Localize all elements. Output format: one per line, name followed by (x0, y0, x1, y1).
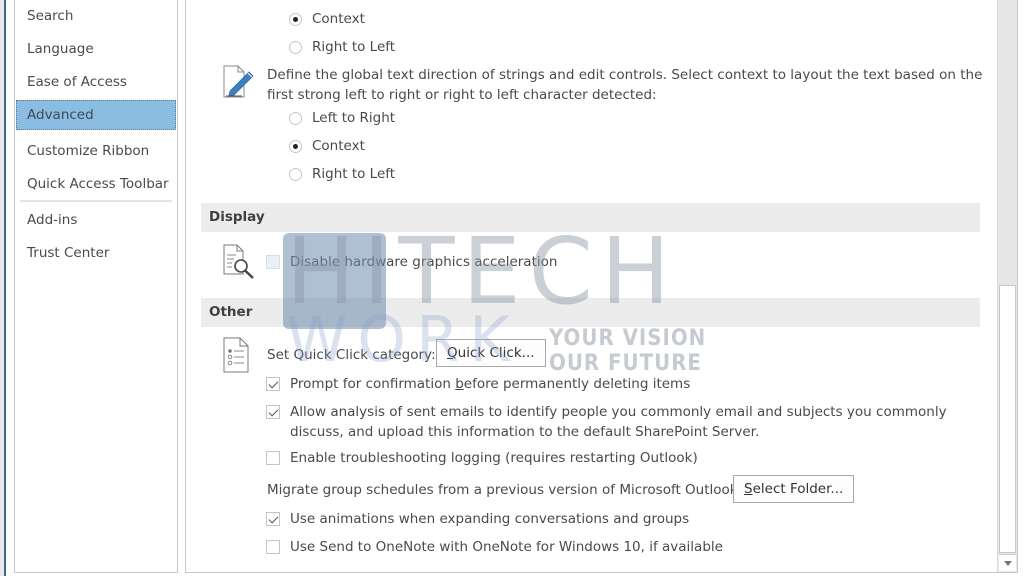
sidebar-item-add-ins[interactable]: Add-ins (16, 205, 176, 235)
quick-click-button-label: Quick Click... (447, 345, 535, 361)
options-content: Context Right to Left Define the global … (186, 0, 998, 572)
option-prompt-confirmation-delete[interactable]: Prompt for confirmation before permanent… (266, 374, 690, 394)
checkbox[interactable] (266, 255, 280, 269)
options-sidebar: Search Language Ease of Access Advanced … (14, 0, 178, 573)
list-document-icon (222, 337, 252, 377)
checkbox[interactable] (266, 405, 280, 419)
option-use-animations[interactable]: Use animations when expanding conversati… (266, 509, 689, 529)
document-search-icon (222, 244, 258, 286)
radio-right-to-left[interactable]: Right to Left (289, 163, 395, 185)
checkbox-label: Enable troubleshooting logging (requires… (290, 450, 698, 466)
checkbox[interactable] (266, 377, 280, 391)
sidebar-divider (20, 200, 172, 202)
select-folder-button-label: Select Folder... (744, 481, 844, 497)
quick-click-label: Set Quick Click category: (267, 347, 436, 363)
edit-document-icon (222, 65, 256, 103)
option-allow-analysis-sent-emails[interactable]: Allow analysis of sent emails to identif… (266, 402, 966, 442)
options-main-panel: Context Right to Left Define the global … (185, 0, 1018, 573)
radio-left-to-right[interactable]: Left to Right (289, 107, 395, 129)
radio-button[interactable] (289, 111, 302, 125)
sidebar-item-advanced[interactable]: Advanced (16, 100, 176, 130)
sidebar-item-quick-access-toolbar[interactable]: Quick Access Toolbar (16, 169, 176, 199)
checkbox[interactable] (266, 540, 280, 554)
migrate-schedules-label: Migrate group schedules from a previous … (267, 482, 743, 498)
radio-context[interactable]: Context (289, 135, 365, 157)
sidebar-item-trust-center[interactable]: Trust Center (16, 238, 176, 268)
section-header-display: Display (201, 203, 980, 232)
radio-label: Right to Left (312, 39, 396, 55)
sidebar-item-customize-ribbon[interactable]: Customize Ribbon (16, 136, 176, 166)
radio-label: Right to Left (312, 166, 396, 182)
radio-label: Context (312, 138, 365, 154)
window-edge-inner (6, 0, 14, 576)
option-send-to-onenote[interactable]: Use Send to OneNote with OneNote for Win… (266, 537, 723, 557)
sidebar-item-search[interactable]: Search (16, 1, 176, 31)
checkbox-label: Prompt for confirmation before permanent… (290, 376, 691, 392)
radio-right-to-left-top[interactable]: Right to Left (289, 36, 395, 58)
radio-context-top[interactable]: Context (289, 8, 365, 30)
radio-button[interactable] (289, 12, 302, 26)
quick-click-button[interactable]: Quick Click... (436, 339, 546, 367)
checkbox[interactable] (266, 512, 280, 526)
radio-button[interactable] (289, 167, 302, 181)
section-header-other: Other (201, 298, 980, 327)
radio-label: Context (312, 11, 365, 27)
scrollbar-thumb[interactable] (999, 285, 1016, 553)
radio-button[interactable] (289, 139, 302, 153)
option-enable-troubleshooting-logging[interactable]: Enable troubleshooting logging (requires… (266, 448, 698, 468)
radio-button[interactable] (289, 40, 302, 54)
checkbox-label: Use Send to OneNote with OneNote for Win… (290, 539, 723, 555)
vertical-scrollbar[interactable] (997, 0, 1017, 572)
sidebar-item-language[interactable]: Language (16, 34, 176, 64)
sidebar-item-ease-of-access[interactable]: Ease of Access (16, 67, 176, 97)
option-disable-hardware-acceleration[interactable]: Disable hardware graphics acceleration (266, 252, 557, 272)
text-direction-description: Define the global text direction of stri… (267, 67, 983, 103)
checkbox-label: Allow analysis of sent emails to identif… (290, 404, 947, 440)
checkbox-label: Disable hardware graphics acceleration (290, 254, 558, 270)
checkbox-label: Use animations when expanding conversati… (290, 511, 690, 527)
radio-label: Left to Right (312, 110, 396, 126)
checkbox[interactable] (266, 451, 280, 465)
arrow-down-icon (1003, 560, 1012, 566)
select-folder-button[interactable]: Select Folder... (733, 475, 855, 503)
scroll-down-button[interactable] (999, 554, 1016, 571)
